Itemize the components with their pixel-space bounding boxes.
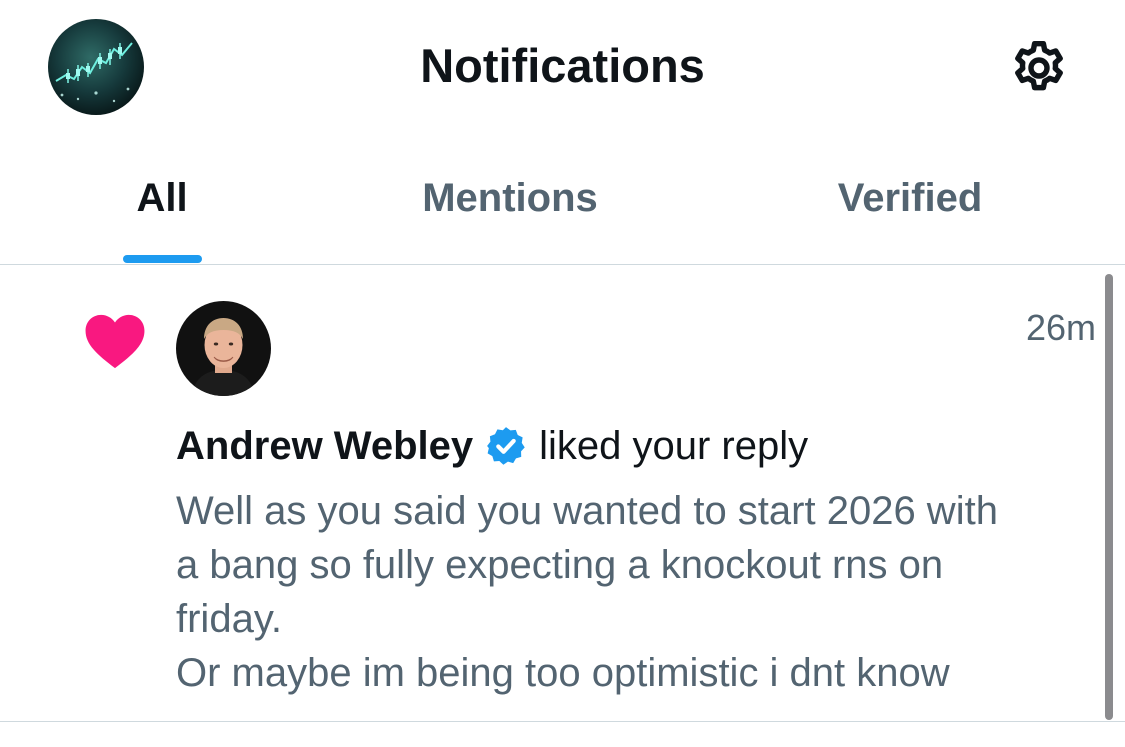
notification-item[interactable]: 26m Andrew Webley liked your reply Well … bbox=[0, 266, 1125, 722]
notifications-page: Notifications All Mentions Verified 26m … bbox=[0, 0, 1125, 747]
tab-bar: All Mentions Verified bbox=[0, 150, 1125, 265]
reply-line: Well as you said you wanted to start 202… bbox=[176, 489, 998, 533]
header: Notifications bbox=[0, 0, 1125, 135]
profile-photo-icon bbox=[176, 301, 271, 396]
action-text: liked your reply bbox=[539, 424, 809, 468]
tab-label: Mentions bbox=[422, 176, 598, 220]
verified-badge-icon bbox=[487, 427, 525, 465]
heart-icon bbox=[82, 310, 148, 370]
scrollbar[interactable] bbox=[1105, 274, 1113, 720]
actor-name[interactable]: Andrew Webley bbox=[176, 420, 473, 472]
actor-avatar[interactable] bbox=[176, 301, 271, 396]
reply-line: Or maybe im being too optimistic i dnt k… bbox=[176, 651, 950, 695]
tab-label: Verified bbox=[837, 176, 983, 220]
gear-icon bbox=[1015, 41, 1063, 91]
reply-line: a bang so fully expecting a knockout rns… bbox=[176, 543, 944, 587]
reply-text: Well as you said you wanted to start 202… bbox=[176, 484, 1086, 700]
tab-all[interactable]: All bbox=[92, 150, 232, 264]
reply-line: friday. bbox=[176, 597, 282, 641]
tab-mentions[interactable]: Mentions bbox=[380, 150, 640, 264]
timestamp: 26m bbox=[1025, 307, 1096, 348]
notification-headline: Andrew Webley liked your reply bbox=[176, 420, 808, 472]
active-tab-indicator bbox=[123, 255, 202, 263]
page-title: Notifications bbox=[420, 39, 705, 92]
settings-button[interactable] bbox=[1002, 35, 1076, 101]
tab-label: All bbox=[136, 176, 188, 220]
tab-verified[interactable]: Verified bbox=[800, 150, 1020, 264]
